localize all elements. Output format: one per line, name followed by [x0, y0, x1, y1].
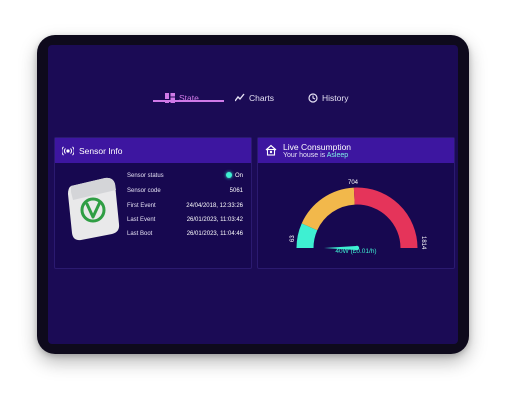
gauge-reading: 40W (£0.01/h)	[335, 248, 377, 255]
gauge-mid-segment	[301, 187, 356, 231]
active-tab-indicator	[153, 100, 224, 102]
app-screen: State Charts History Sensor Info Sensor …	[48, 45, 458, 344]
tab-state[interactable]: State	[165, 89, 199, 107]
tab-bar: State Charts History	[48, 85, 458, 109]
history-clock-icon	[308, 93, 318, 103]
last-event-label: Last Event	[127, 217, 156, 223]
sensor-status-label: Sensor status	[127, 173, 164, 179]
last-event-value: 26/01/2023, 11:03:42	[186, 217, 243, 223]
house-status-text: Your house is Asleep	[283, 152, 348, 159]
sensor-waves-icon	[62, 146, 74, 156]
sensor-info-header: Sensor Info	[55, 138, 251, 163]
tab-charts[interactable]: Charts	[235, 89, 274, 107]
sensor-device-image	[68, 177, 120, 241]
sensor-status-text: On	[234, 173, 243, 179]
house-state: Asleep	[326, 152, 349, 159]
tablet-frame: State Charts History Sensor Info Sensor …	[37, 35, 469, 354]
sensor-status-value: On	[225, 172, 243, 179]
tab-history-label: History	[322, 93, 349, 103]
tab-charts-label: Charts	[249, 93, 275, 103]
last-boot-value: 26/01/2023, 11:04:46	[186, 231, 243, 237]
house-icon	[265, 144, 277, 156]
line-chart-icon	[235, 93, 245, 102]
sensor-info-title: Sensor Info	[79, 146, 123, 156]
gauge-mid-label: 704	[348, 180, 359, 186]
sensor-info-panel: Sensor Info Sensor status On Sensor code…	[54, 137, 252, 269]
last-boot-label: Last Boot	[127, 231, 153, 237]
first-event-value: 24/04/2018, 12:33:26	[186, 203, 243, 209]
sensor-code-value: 5061	[229, 188, 243, 194]
house-status-prefix: Your house is	[283, 152, 327, 159]
tab-history[interactable]: History	[308, 89, 348, 107]
gauge-high-segment	[353, 187, 418, 249]
live-consumption-header: Live Consumption Your house is Asleep	[258, 138, 454, 163]
live-consumption-panel: Live Consumption Your house is Asleep 63…	[257, 137, 455, 269]
status-dot	[225, 172, 232, 178]
sensor-code-label: Sensor code	[127, 188, 161, 194]
live-consumption-title: Live Consumption	[283, 142, 352, 152]
first-event-label: First Event	[127, 203, 156, 209]
gauge-low-segment	[296, 223, 318, 249]
gauge-min-label: 63	[290, 235, 296, 242]
